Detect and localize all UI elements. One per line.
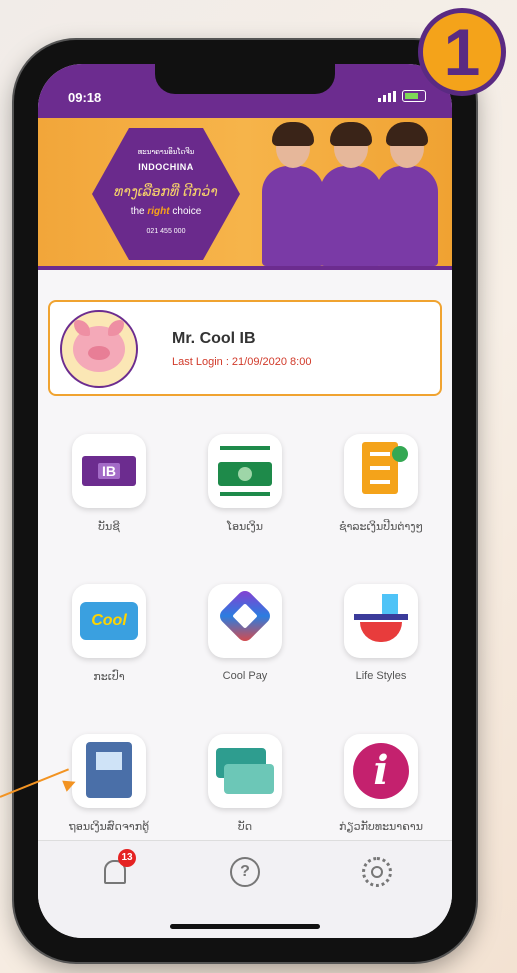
money-transfer-icon (208, 434, 282, 508)
hex-slogan-lao: ທາງເລືອກທີ່ ດີກວ່າ (114, 183, 218, 199)
banner-staff-figure (320, 122, 382, 266)
menu-item-label: ບັດ (237, 821, 253, 833)
bill-payment-icon (344, 434, 418, 508)
profile-card[interactable]: Mr. Cool IB Last Login : 21/09/2020 8:00 (48, 300, 442, 396)
menu-item-label: Life Styles (355, 670, 407, 682)
menu-item-label: Cool Pay (222, 670, 268, 682)
tagline-prefix: the (130, 206, 145, 217)
help-button[interactable]: ? (228, 855, 262, 889)
pig-ear-icon (74, 320, 90, 336)
menu-item-label: ກ່ຽວກັບທະນາຄານ (339, 821, 423, 833)
menu-item-life-styles[interactable]: Life Styles (316, 584, 446, 682)
tagline-suffix: choice (172, 206, 202, 217)
notifications-button[interactable]: 13 (98, 849, 136, 889)
info-icon: i (344, 734, 418, 808)
app-screen: 09:18 ທະນາຄານອິນໂດຈີນ INDOCHINA ທາງເລືອກ… (38, 64, 452, 938)
banner-staff-figure (376, 122, 438, 266)
battery-icon (402, 90, 426, 102)
menu-item-bill-payment[interactable]: ຊຳລະເງິນປີນຕ່າງໆ (316, 434, 446, 533)
notification-count-badge: 13 (118, 849, 136, 867)
banner-staff-figure (262, 122, 324, 266)
phone-notch (155, 64, 335, 94)
pig-snout-icon (88, 346, 110, 360)
menu-item-label: ກະເປົາ (93, 671, 125, 683)
menu-item-label: ຊຳລະເງິນປີນຕ່າງໆ (338, 521, 424, 533)
step-number-badge: 1 (418, 8, 506, 96)
menu-item-label: ໂອນເງິນ (227, 521, 263, 533)
hex-tagline: the right choice (92, 206, 240, 217)
menu-item-about-bank[interactable]: i ກ່ຽວກັບທະນາຄານ (316, 734, 446, 833)
atm-cash-icon (72, 734, 146, 808)
phone-frame: 09:18 ທະນາຄານອິນໂດຈີນ INDOCHINA ທາງເລືອກ… (14, 40, 476, 962)
pig-ear-icon (108, 320, 124, 336)
cool-wallet-icon: Cool (72, 584, 146, 658)
menu-item-label: ບັນຊີ (98, 521, 120, 533)
hex-hotline: 021 455 000 (146, 228, 186, 235)
menu-item-accounts[interactable]: IB ບັນຊີ (44, 434, 174, 533)
hex-brand-name: INDOCHINA (138, 162, 194, 172)
home-indicator (170, 924, 320, 929)
settings-button[interactable] (360, 855, 394, 889)
menu-item-cool-pay[interactable]: Cool Pay (180, 584, 310, 682)
menu-item-transfer[interactable]: ໂອນເງິນ (180, 434, 310, 533)
menu-item-wallet[interactable]: Cool ກະເປົາ (44, 584, 174, 683)
indochina-bank-hex-logo: ທະນາຄານອິນໂດຈີນ INDOCHINA ທາງເລືອກທີ່ ດີ… (92, 128, 240, 260)
ib-card-icon: IB (72, 434, 146, 508)
hex-bank-name-lao: ທະນາຄານອິນໂດຈີນ (137, 149, 195, 156)
question-mark-icon: ? (230, 857, 260, 887)
menu-item-cards[interactable]: ບັດ (180, 734, 310, 833)
tagline-highlight: right (147, 206, 170, 217)
avatar (60, 310, 138, 388)
status-icons (378, 90, 426, 102)
life-styles-icon (344, 584, 418, 658)
signal-icon (378, 90, 396, 102)
cool-pay-icon (208, 584, 282, 658)
status-time: 09:18 (68, 90, 102, 105)
last-login-text: Last Login : 21/09/2020 8:00 (172, 356, 312, 368)
menu-item-label: ຖອນເງິນສົດຈາກຕູ້ (68, 821, 150, 833)
cards-icon (208, 734, 282, 808)
promo-banner[interactable]: ທະນາຄານອິນໂດຈີນ INDOCHINA ທາງເລືອກທີ່ ດີ… (38, 118, 452, 270)
gear-icon (362, 857, 392, 887)
profile-name: Mr. Cool IB (172, 330, 256, 347)
